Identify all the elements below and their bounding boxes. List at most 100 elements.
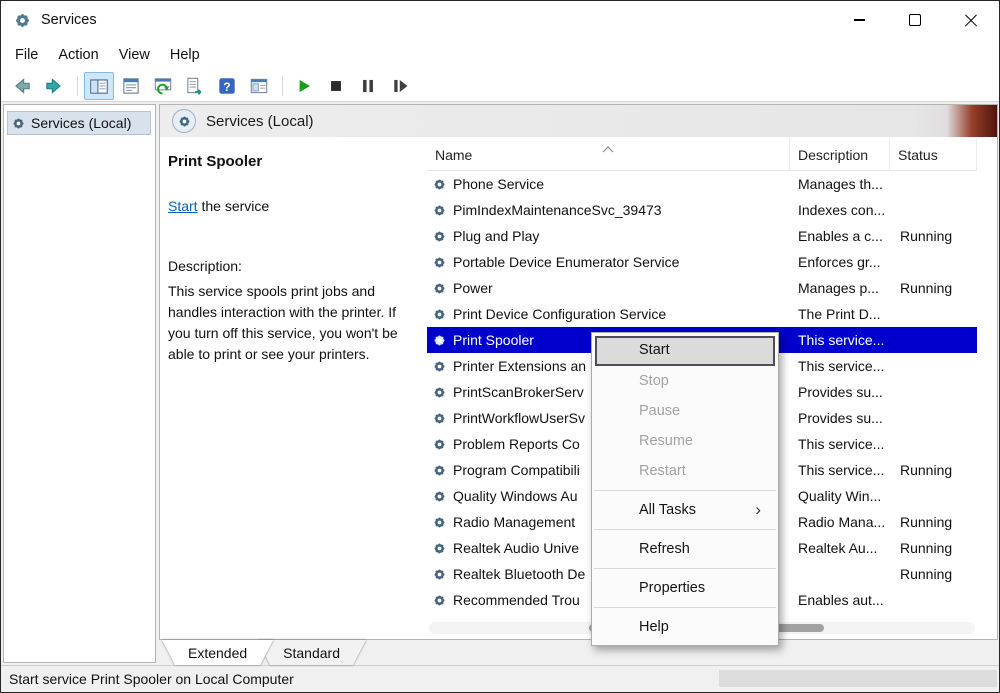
service-name: Problem Reports Co [453,436,580,452]
service-gear-icon [433,438,446,451]
submenu-arrow-icon: › [755,495,761,525]
service-name: Portable Device Enumerator Service [453,254,679,270]
services-banner-gear-icon [172,109,196,133]
column-header-label: Status [898,147,938,163]
maximize-button[interactable] [887,1,943,39]
properties-icon[interactable] [116,72,146,100]
taskpad-icon[interactable] [244,72,274,100]
service-gear-icon [433,360,446,373]
results-pane: Services (Local) Print Spooler Start the… [159,104,998,640]
service-gear-icon [433,542,446,555]
view-tabs: ExtendedStandard [159,640,998,666]
service-name: Print Spooler [453,332,534,348]
menu-action[interactable]: Action [48,43,108,67]
sort-ascending-icon [602,140,614,156]
restart-service-icon[interactable] [385,72,415,100]
service-row[interactable]: Portable Device Enumerator ServiceEnforc… [427,249,977,275]
column-header-name[interactable]: Name [427,139,790,170]
banner-title: Services (Local) [206,113,314,130]
service-description-cell: Quality Win... [790,488,890,504]
services-gear-icon [12,117,25,130]
service-row[interactable]: Plug and Play Enables a c...Running [427,223,977,249]
refresh-icon[interactable] [148,72,178,100]
service-status-cell: Running [890,514,977,530]
context-menu-item-restart: Restart [595,456,775,486]
service-name: PimIndexMaintenanceSvc_39473 [453,202,662,218]
status-text: Start service Print Spooler on Local Com… [9,671,294,687]
menu-item-label: Resume [639,433,693,449]
service-status-cell: Running [890,462,977,478]
context-menu-item-start[interactable]: Start [595,336,775,366]
menu-view[interactable]: View [109,43,160,67]
service-description-cell: Enables a c... [790,228,890,244]
menu-separator [594,490,776,491]
pause-service-icon[interactable] [353,72,383,100]
service-name: Phone Service [453,176,544,192]
tab-standard[interactable]: Standard [257,640,366,665]
service-gear-icon [433,412,446,425]
context-menu-item-refresh[interactable]: Refresh [595,534,775,564]
service-name: Program Compatibili [453,462,580,478]
services-window: Services FileActionViewHelp ? Services (… [0,0,1000,693]
context-menu-item-pause: Pause [595,396,775,426]
service-row[interactable]: Print Device Configuration ServiceThe Pr… [427,301,977,327]
column-header-status[interactable]: Status [890,139,977,170]
service-description-cell: Provides su... [790,410,890,426]
description-body: This service spools print jobs and handl… [168,281,418,365]
menu-item-label: Restart [639,463,686,479]
service-name-cell: Portable Device Enumerator Service [427,254,790,270]
service-gear-icon [433,490,446,503]
menu-item-label: Pause [639,403,680,419]
menu-item-label: Properties [639,580,705,596]
menu-help[interactable]: Help [160,43,210,67]
service-row[interactable]: Phone Service Manages th... [427,171,977,197]
stop-service-icon[interactable] [321,72,351,100]
tab-label: Standard [257,640,366,665]
console-tree: Services (Local) [3,104,156,663]
menu-item-label: All Tasks [639,502,696,518]
tree-item-label: Services (Local) [31,115,131,131]
results-pane-banner: Services (Local) [160,105,997,137]
service-name: Plug and Play [453,228,539,244]
help-icon[interactable]: ? [212,72,242,100]
forward-icon[interactable] [39,72,69,100]
minimize-button[interactable] [831,1,887,39]
menu-separator [594,607,776,608]
service-name: Print Device Configuration Service [453,306,666,322]
close-icon [964,13,978,27]
service-description-cell: Manages th... [790,176,890,192]
close-button[interactable] [943,1,999,39]
start-service-link[interactable]: Start [168,198,198,214]
service-name: PrintWorkflowUserSv [453,410,585,426]
export-list-icon[interactable] [180,72,210,100]
main-area: Services (Local) Services (Local) Print … [1,102,999,665]
svg-text:?: ? [223,80,230,94]
menu-item-label: Start [639,342,670,358]
service-action-line: Start the service [168,198,422,214]
window-controls [831,1,999,39]
tab-extended[interactable]: Extended [162,640,273,665]
service-gear-icon [433,230,446,243]
service-gear-icon [433,204,446,217]
context-menu-item-help[interactable]: Help [595,612,775,642]
service-gear-icon [433,308,446,321]
service-status-cell: Running [890,228,977,244]
tab-label: Extended [162,640,273,665]
service-description-cell: Realtek Au... [790,540,890,556]
context-menu-item-resume: Resume [595,426,775,456]
service-row[interactable]: PowerManages p...Running [427,275,977,301]
back-icon[interactable] [7,72,37,100]
menu-item-label: Refresh [639,541,690,557]
service-name: Quality Windows Au [453,488,578,504]
show-console-tree-icon[interactable] [84,72,114,100]
service-row[interactable]: PimIndexMaintenanceSvc_39473Indexes con.… [427,197,977,223]
context-menu-item-properties[interactable]: Properties [595,573,775,603]
service-gear-icon [433,256,446,269]
start-service-icon[interactable] [289,72,319,100]
menu-bar: FileActionViewHelp [1,39,999,71]
service-description-cell: Radio Mana... [790,514,890,530]
context-menu-item-all-tasks[interactable]: All Tasks › [595,495,775,525]
menu-file[interactable]: File [5,43,48,67]
tree-item-services-local[interactable]: Services (Local) [7,111,151,135]
column-header-description[interactable]: Description [790,139,890,170]
